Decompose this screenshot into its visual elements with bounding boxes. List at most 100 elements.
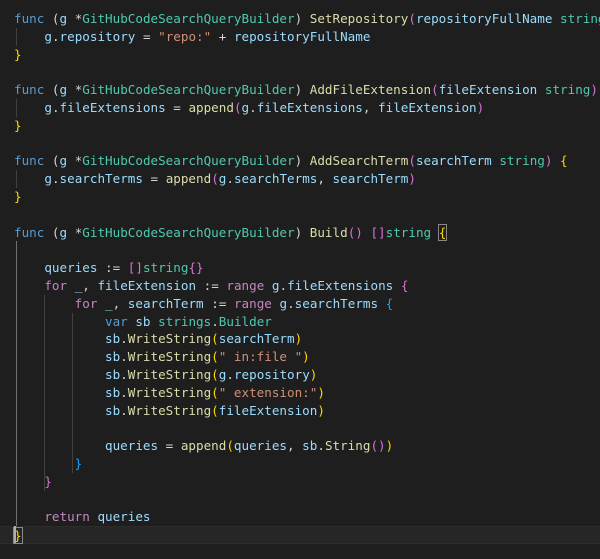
code-text: }	[14, 46, 22, 64]
code-token: (	[408, 153, 416, 169]
code-line[interactable]	[0, 241, 600, 259]
code-token: :=	[196, 278, 227, 293]
code-line[interactable]: }	[0, 455, 600, 473]
code-line[interactable]: sb.WriteString(" in:file ")	[0, 348, 600, 366]
code-token: .	[287, 295, 295, 311]
code-token: }	[74, 456, 83, 471]
code-token: AddFileExtension	[309, 82, 432, 98]
code-token: (	[211, 349, 219, 365]
code-token: fileExtension	[97, 278, 197, 293]
code-token: range	[226, 278, 265, 293]
code-token: (	[233, 100, 242, 115]
code-token: )	[590, 82, 598, 98]
code-text: var sb strings.Builder	[14, 313, 272, 331]
code-token: .	[226, 171, 234, 187]
code-token: )	[294, 331, 303, 347]
code-token: searchTerm	[127, 295, 204, 311]
code-line[interactable]	[0, 206, 600, 224]
code-token: *	[67, 11, 83, 26]
code-token: _	[105, 295, 113, 311]
code-line-current[interactable]: }	[0, 526, 600, 545]
code-line[interactable]: for _, searchTerm := range g.searchTerms…	[0, 295, 600, 313]
code-token: " extension:"	[218, 384, 318, 400]
code-token: string	[385, 224, 432, 240]
code-token: (	[211, 384, 219, 400]
code-line[interactable]: }	[0, 473, 600, 491]
code-line[interactable]: func (g *GitHubCodeSearchQueryBuilder) B…	[0, 223, 600, 242]
code-line[interactable]: }	[0, 46, 600, 64]
code-token: {	[385, 295, 394, 311]
code-token: (	[431, 82, 439, 98]
code-line[interactable]: queries := []string{}	[0, 259, 600, 277]
code-line[interactable]: queries = append(queries, sb.String())	[0, 437, 600, 455]
code-text: }	[14, 188, 22, 206]
code-line[interactable]: g.repository = "repo:" + repositoryFullN…	[0, 28, 600, 46]
code-line[interactable]: sb.WriteString(fileExtension)	[0, 402, 600, 420]
code-token: searchTerm	[218, 331, 295, 347]
code-line[interactable]	[0, 419, 600, 437]
code-token: return	[44, 509, 90, 525]
code-token: }	[44, 473, 52, 489]
code-text: sb.WriteString(g.repository)	[14, 366, 317, 384]
code-token: ,	[82, 278, 98, 293]
code-token: g	[59, 11, 68, 26]
code-token: WriteString	[127, 384, 212, 400]
code-text: queries := []string{}	[14, 259, 203, 277]
code-line[interactable]: func (g *GitHubCodeSearchQueryBuilder) A…	[0, 81, 600, 99]
code-line[interactable]: sb.WriteString(" extension:")	[0, 384, 600, 402]
code-line[interactable]: }	[0, 117, 600, 135]
code-token: )	[408, 171, 416, 187]
code-token: .	[51, 171, 60, 187]
code-line[interactable]: for _, fileExtension := range g.fileExte…	[0, 277, 600, 295]
code-line[interactable]: g.searchTerms = append(g.searchTerms, se…	[0, 170, 600, 188]
code-line[interactable]: g.fileExtensions = append(g.fileExtensio…	[0, 99, 600, 117]
code-token: .	[211, 313, 219, 329]
code-line[interactable]: func (g *GitHubCodeSearchQueryBuilder) S…	[0, 10, 600, 28]
code-line[interactable]: }	[0, 188, 600, 206]
code-token: fileExtensions	[59, 100, 166, 115]
code-token: AddSearchTerm	[309, 153, 409, 169]
code-text: return queries	[14, 508, 151, 526]
code-token: Build	[309, 224, 348, 240]
code-token: g	[279, 295, 288, 311]
code-token: []	[370, 224, 386, 240]
code-token: )	[294, 224, 310, 240]
code-token: {	[437, 223, 448, 241]
code-token: sb	[105, 349, 121, 365]
code-token: (	[211, 367, 219, 382]
code-line[interactable]: sb.WriteString(g.repository)	[0, 366, 600, 384]
code-line[interactable]	[0, 491, 600, 509]
code-token: fileExtensions	[256, 100, 363, 115]
code-line[interactable]: return queries	[0, 508, 600, 526]
code-token: .	[279, 278, 288, 293]
code-line[interactable]: func (g *GitHubCodeSearchQueryBuilder) A…	[0, 152, 600, 170]
code-token: queries	[97, 509, 151, 525]
code-token: (	[226, 438, 234, 454]
code-token: .	[120, 384, 128, 400]
code-editor[interactable]: func (g *GitHubCodeSearchQueryBuilder) S…	[0, 0, 600, 559]
code-line[interactable]	[0, 135, 600, 153]
code-token: append	[188, 100, 234, 115]
code-line[interactable]: var sb strings.Builder	[0, 313, 600, 331]
code-text: sb.WriteString(searchTerm)	[14, 330, 302, 348]
code-token: fileExtension	[438, 82, 538, 98]
code-token: )	[317, 402, 325, 418]
code-line[interactable]: sb.WriteString(searchTerm)	[0, 330, 600, 348]
code-token: strings	[158, 313, 212, 329]
code-line[interactable]	[0, 63, 600, 81]
code-text: g.repository = "repo:" + repositoryFullN…	[14, 28, 370, 46]
code-token: )	[302, 349, 310, 365]
code-token: )	[317, 384, 325, 400]
code-token: .	[51, 28, 60, 44]
code-token: append	[165, 171, 212, 187]
code-text: sb.WriteString(fileExtension)	[14, 402, 325, 420]
